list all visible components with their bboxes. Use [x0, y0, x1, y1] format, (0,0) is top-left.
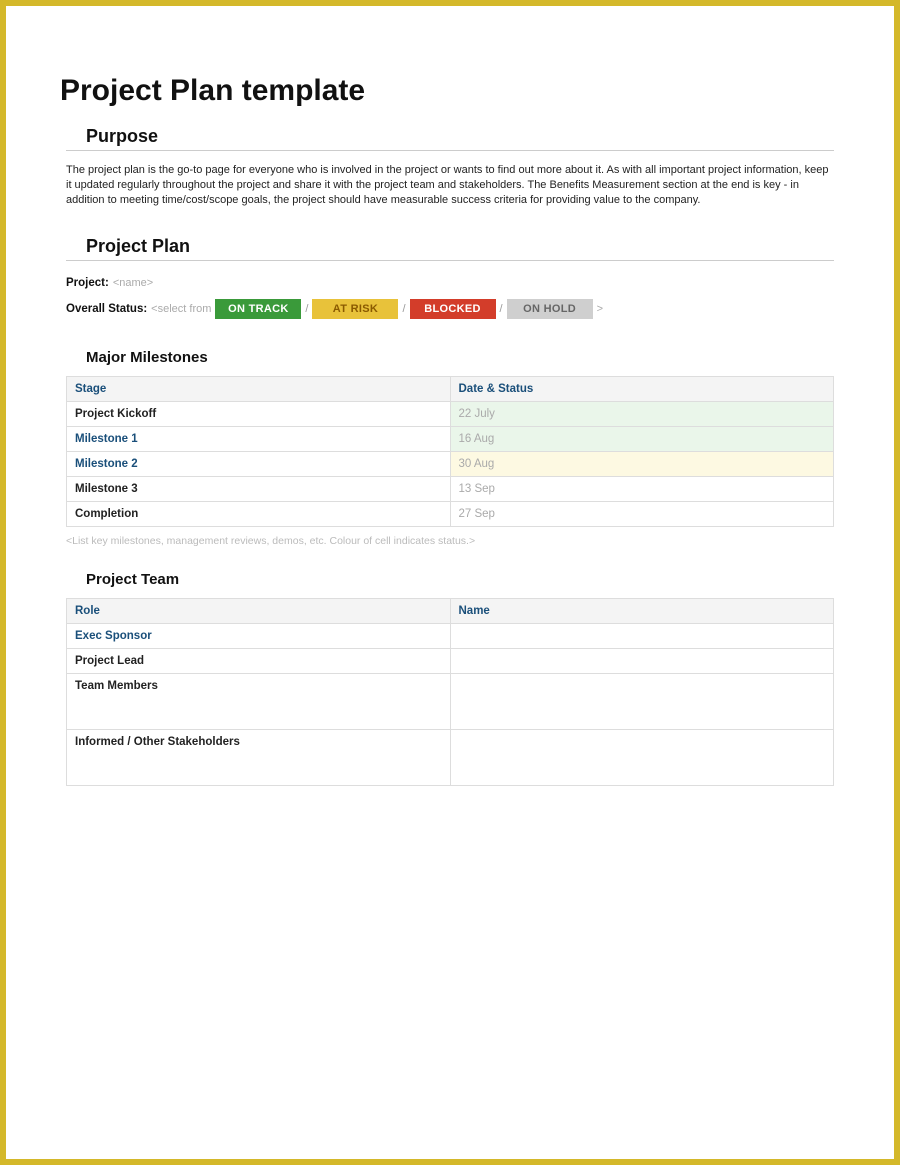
table-row: Milestone 230 Aug	[67, 451, 834, 476]
sep: /	[305, 303, 308, 315]
milestone-date: 13 Sep	[450, 476, 834, 501]
milestone-stage: Completion	[67, 501, 451, 526]
status-close: >	[597, 303, 603, 315]
team-name[interactable]	[450, 673, 834, 729]
team-name[interactable]	[450, 623, 834, 648]
table-row: Project Lead	[67, 648, 834, 673]
col-date-status: Date & Status	[450, 376, 834, 401]
project-plan-heading: Project Plan	[66, 236, 834, 261]
milestone-date: 30 Aug	[450, 451, 834, 476]
sep: /	[402, 303, 405, 315]
milestones-note: <List key milestones, management reviews…	[66, 535, 834, 547]
milestone-date: 16 Aug	[450, 426, 834, 451]
table-row: Project Kickoff22 July	[67, 401, 834, 426]
table-row: Exec Sponsor	[67, 623, 834, 648]
table-row: Milestone 313 Sep	[67, 476, 834, 501]
milestone-stage: Milestone 3	[67, 476, 451, 501]
status-hint: <select from	[151, 303, 211, 315]
project-field-row: Project: <name>	[66, 277, 834, 289]
overall-status-row: Overall Status: <select from ON TRACK / …	[66, 299, 834, 319]
milestone-stage[interactable]: Milestone 2	[67, 451, 451, 476]
project-value-placeholder[interactable]: <name>	[113, 277, 153, 289]
team-heading: Project Team	[86, 571, 834, 588]
col-name: Name	[450, 598, 834, 623]
milestone-stage: Project Kickoff	[67, 401, 451, 426]
team-role: Informed / Other Stakeholders	[67, 729, 451, 785]
milestones-table: Stage Date & Status Project Kickoff22 Ju…	[66, 376, 834, 527]
overall-status-label: Overall Status:	[66, 303, 147, 315]
purpose-text: The project plan is the go-to page for e…	[66, 163, 834, 208]
team-role[interactable]: Exec Sponsor	[67, 623, 451, 648]
table-row: Completion27 Sep	[67, 501, 834, 526]
milestone-stage[interactable]: Milestone 1	[67, 426, 451, 451]
team-name[interactable]	[450, 648, 834, 673]
table-row: Team Members	[67, 673, 834, 729]
team-role: Team Members	[67, 673, 451, 729]
team-table: Role Name Exec SponsorProject LeadTeam M…	[66, 598, 834, 786]
table-row: Informed / Other Stakeholders	[67, 729, 834, 785]
col-role: Role	[67, 598, 451, 623]
purpose-heading: Purpose	[66, 126, 834, 151]
team-name[interactable]	[450, 729, 834, 785]
project-label: Project:	[66, 277, 109, 289]
milestone-date: 22 July	[450, 401, 834, 426]
sep: /	[500, 303, 503, 315]
col-stage: Stage	[67, 376, 451, 401]
milestones-heading: Major Milestones	[86, 349, 834, 366]
status-badge-at-risk[interactable]: AT RISK	[312, 299, 398, 319]
team-role: Project Lead	[67, 648, 451, 673]
milestone-date: 27 Sep	[450, 501, 834, 526]
status-badge-on-hold[interactable]: ON HOLD	[507, 299, 593, 319]
document-title: Project Plan template	[60, 74, 834, 108]
status-badge-blocked[interactable]: BLOCKED	[410, 299, 496, 319]
status-badge-on-track[interactable]: ON TRACK	[215, 299, 301, 319]
table-row: Milestone 116 Aug	[67, 426, 834, 451]
